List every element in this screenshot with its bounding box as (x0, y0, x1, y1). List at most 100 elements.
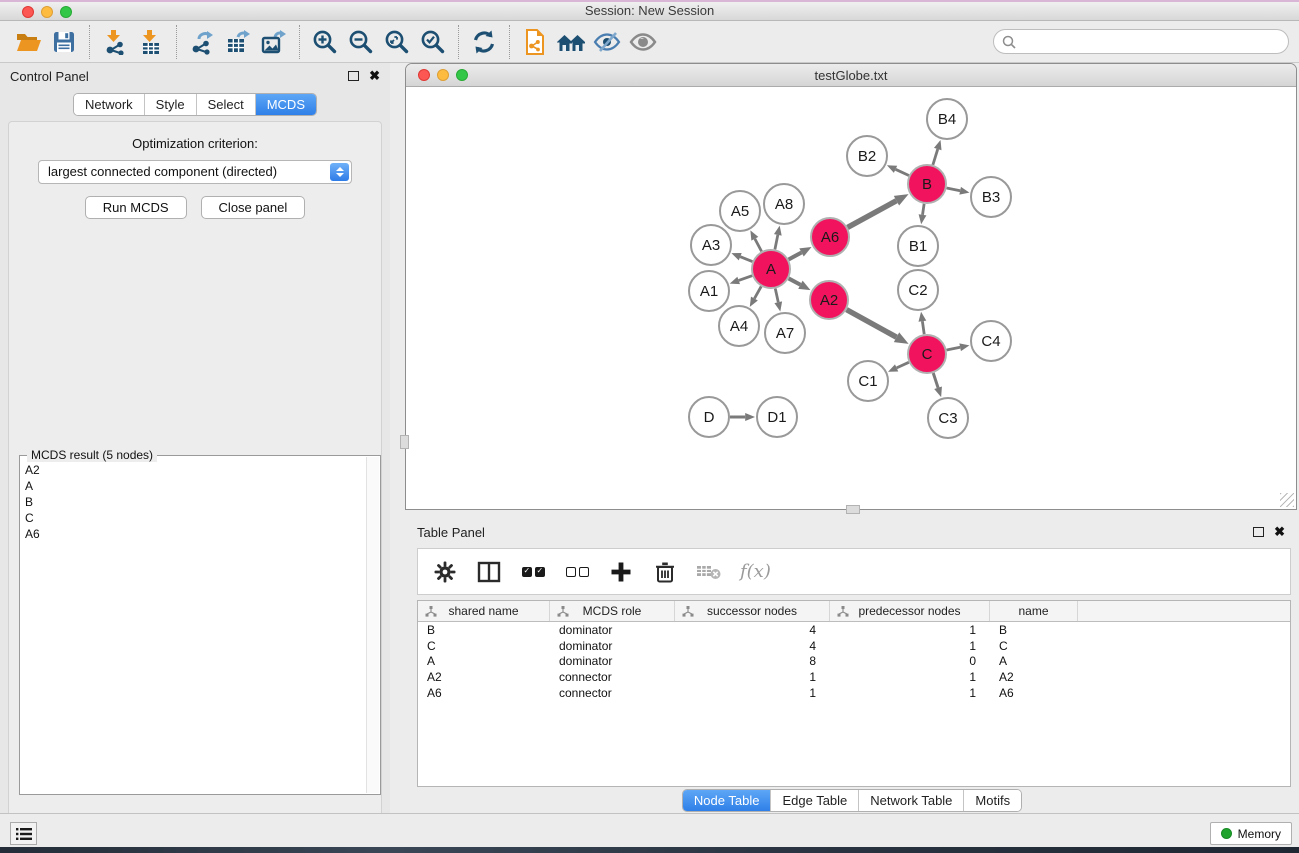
show-graphics-icon[interactable] (625, 24, 661, 60)
result-item[interactable]: C (22, 510, 365, 526)
export-network-icon[interactable] (184, 24, 220, 60)
table-row[interactable]: A2connector11A2 (418, 669, 1290, 685)
tab-mcds[interactable]: MCDS (256, 94, 316, 115)
column-header[interactable]: MCDS role (550, 601, 675, 621)
graph-edge[interactable] (847, 310, 897, 338)
column-header[interactable]: shared name (418, 601, 550, 621)
search-input[interactable] (1021, 34, 1288, 49)
table-row[interactable]: A6connector11A6 (418, 685, 1290, 701)
add-column-icon[interactable] (608, 557, 634, 587)
table-cell[interactable]: 1 (830, 686, 990, 700)
close-panel-icon[interactable]: ✖ (369, 71, 380, 81)
select-all-icon[interactable] (520, 557, 546, 587)
zoom-in-icon[interactable] (307, 24, 343, 60)
graph-edge[interactable] (923, 204, 925, 215)
vertical-scroll-thumb[interactable] (400, 435, 409, 449)
table-cell[interactable]: A (418, 654, 550, 668)
table-cell[interactable]: 8 (675, 654, 830, 668)
graph-edge[interactable] (740, 257, 752, 262)
zoom-out-icon[interactable] (343, 24, 379, 60)
table-row[interactable]: Bdominator41B (418, 622, 1290, 638)
table-cell[interactable]: A2 (990, 670, 1078, 684)
graph-edge[interactable] (775, 235, 778, 250)
result-item[interactable]: A (22, 478, 365, 494)
table-cell[interactable]: C (990, 639, 1078, 653)
columns-icon[interactable] (476, 557, 502, 587)
result-scrollbar[interactable] (366, 457, 379, 793)
close-table-panel-icon[interactable]: ✖ (1274, 527, 1285, 537)
table-cell[interactable]: 1 (675, 670, 830, 684)
graph-edge[interactable] (739, 276, 752, 281)
tab-style[interactable]: Style (145, 94, 197, 115)
zoom-fit-icon[interactable] (379, 24, 415, 60)
search-field[interactable] (993, 29, 1289, 54)
tab-edge-table[interactable]: Edge Table (771, 790, 859, 811)
graph-edge[interactable] (754, 286, 761, 298)
table-cell[interactable]: C (418, 639, 550, 653)
column-header[interactable]: name (990, 601, 1078, 621)
graph-edge[interactable] (947, 188, 961, 191)
graph-edge[interactable] (896, 169, 909, 175)
criterion-dropdown[interactable]: largest connected component (directed) (38, 160, 352, 184)
import-network-icon[interactable] (97, 24, 133, 60)
import-table-icon[interactable] (133, 24, 169, 60)
zoom-network-icon[interactable] (456, 69, 468, 81)
table-cell[interactable]: 4 (675, 639, 830, 653)
float-panel-icon[interactable] (348, 71, 359, 81)
table-cell[interactable]: B (418, 623, 550, 637)
close-network-icon[interactable] (418, 69, 430, 81)
horizontal-scroll-thumb[interactable] (846, 505, 860, 514)
run-mcds-button[interactable]: Run MCDS (85, 196, 187, 219)
tab-node-table[interactable]: Node Table (683, 790, 772, 811)
task-history-button[interactable] (10, 822, 37, 845)
table-cell[interactable]: A (990, 654, 1078, 668)
table-cell[interactable]: 1 (675, 686, 830, 700)
result-item[interactable]: A6 (22, 526, 365, 542)
table-row[interactable]: Cdominator41C (418, 638, 1290, 654)
memory-button[interactable]: Memory (1210, 822, 1292, 845)
function-builder-icon[interactable]: f(x) (740, 557, 771, 587)
graph-edge[interactable] (897, 362, 909, 368)
table-cell[interactable]: dominator (550, 623, 675, 637)
zoom-window-icon[interactable] (60, 6, 72, 18)
table-cell[interactable]: connector (550, 686, 675, 700)
tab-motifs[interactable]: Motifs (964, 790, 1021, 811)
result-item[interactable]: B (22, 494, 365, 510)
zoom-selected-icon[interactable] (415, 24, 451, 60)
save-session-icon[interactable] (46, 24, 82, 60)
table-cell[interactable]: dominator (550, 654, 675, 668)
column-header[interactable]: successor nodes (675, 601, 830, 621)
home-icon[interactable] (553, 24, 589, 60)
table-cell[interactable]: A2 (418, 670, 550, 684)
delete-column-icon[interactable] (652, 557, 678, 587)
table-cell[interactable]: 4 (675, 623, 830, 637)
graph-edge[interactable] (755, 239, 762, 252)
open-file-icon[interactable] (10, 24, 46, 60)
table-cell[interactable]: A6 (990, 686, 1078, 700)
graph-edge[interactable] (848, 201, 897, 228)
network-file-icon[interactable] (517, 24, 553, 60)
graph-edge[interactable] (789, 278, 801, 284)
table-cell[interactable]: dominator (550, 639, 675, 653)
float-table-panel-icon[interactable] (1253, 527, 1264, 537)
network-window-titlebar[interactable]: testGlobe.txt (406, 64, 1296, 87)
resize-grip[interactable] (1280, 493, 1294, 507)
column-header[interactable]: predecessor nodes (830, 601, 990, 621)
minimize-network-icon[interactable] (437, 69, 449, 81)
graph-edge[interactable] (775, 289, 778, 303)
table-row[interactable]: Adominator80A (418, 654, 1290, 670)
delete-table-icon[interactable] (696, 557, 722, 587)
table-cell[interactable]: B (990, 623, 1078, 637)
close-window-icon[interactable] (22, 6, 34, 18)
tab-network[interactable]: Network (74, 94, 145, 115)
tab-select[interactable]: Select (197, 94, 256, 115)
table-cell[interactable]: A6 (418, 686, 550, 700)
export-image-icon[interactable] (256, 24, 292, 60)
apply-layout-icon[interactable] (466, 24, 502, 60)
network-canvas[interactable]: B4B2BB3A5A8A6A3AB1A1A2C2A4A7C4CC1DD1C3 (406, 87, 1296, 509)
table-cell[interactable]: 1 (830, 639, 990, 653)
table-cell[interactable]: 1 (830, 623, 990, 637)
deselect-all-icon[interactable] (564, 557, 590, 587)
table-cell[interactable]: 1 (830, 670, 990, 684)
graph-edge[interactable] (933, 373, 938, 388)
